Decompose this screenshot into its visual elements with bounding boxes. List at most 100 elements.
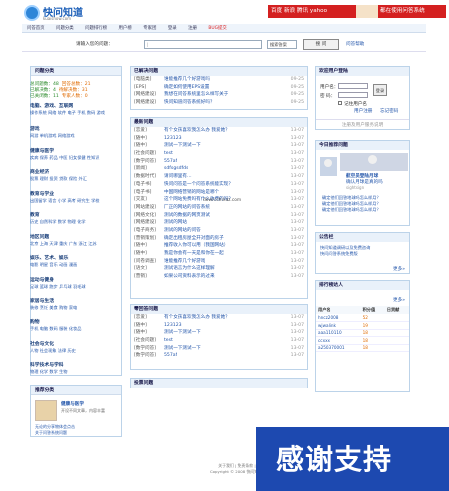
- list-item[interactable]: [数学问答] 测试一下测试一下 13-07: [131, 345, 307, 353]
- category-links[interactable]: 出国留学 语言 小学 高考 研究生 学校: [30, 198, 122, 204]
- question-link[interactable]: 测试的网站的问答: [164, 227, 201, 235]
- question-link[interactable]: 确定出租房屋全开对面的房子: [164, 235, 224, 243]
- list-item[interactable]: [营销策划] 确定出租房屋全开对面的房子 13-07: [131, 235, 307, 243]
- category-links[interactable]: 人物 社会现象 法律 历史: [30, 348, 122, 354]
- question-link[interactable]: 请问哪里有…: [164, 173, 192, 181]
- remember-checkbox[interactable]: [338, 101, 342, 105]
- moon-image[interactable]: [340, 153, 408, 171]
- list-item[interactable]: [电子书] 快问问答是一个问答系统能实现？ 13-07: [131, 181, 307, 189]
- login-button[interactable]: 登录: [373, 84, 387, 96]
- list-item[interactable]: [随中] 测试一下测试一下 13-07: [131, 142, 307, 150]
- question-link[interactable]: 557af: [164, 352, 177, 360]
- list-item[interactable]: [随中] 123123 13-07: [131, 135, 307, 143]
- astronaut-image[interactable]: [320, 157, 337, 176]
- notice-item[interactable]: 快问问答系统免费版: [316, 251, 409, 257]
- more-link[interactable]: 更多»: [393, 266, 405, 272]
- register-link[interactable]: 用户注册: [354, 108, 372, 114]
- question-link[interactable]: 如果公司资料表示的过来: [164, 273, 215, 281]
- nav-register[interactable]: 注册: [183, 24, 202, 33]
- category-links[interactable]: 网游 单机游戏 网络游戏: [30, 133, 122, 139]
- category-links[interactable]: 装修 烹饪 美食 购物 家电: [30, 305, 122, 311]
- search-input[interactable]: |: [144, 40, 262, 49]
- question-link[interactable]: sdfsgsdfds: [164, 165, 188, 173]
- question-link[interactable]: 推荐收入你可以用（我国网站）: [164, 242, 228, 250]
- rank-username[interactable]: wjwalink: [316, 321, 361, 330]
- service-link[interactable]: 注册及用户服务说明: [316, 119, 409, 128]
- category-links[interactable]: 疾病 保养 药品 中医 妇女保健 性知识: [30, 155, 122, 161]
- list-item[interactable]: [随中] 我是你会有一天是和你在一起 13-07: [131, 250, 307, 258]
- top-banner-ad[interactable]: 百度 新浪 腾讯 yahoo 都在使用问答系统: [268, 5, 446, 18]
- list-item[interactable]: [网络建设] 我想在问答系统里怎么样写关于 09-25: [131, 91, 307, 99]
- question-link[interactable]: 厂正的网站的问答系统: [164, 204, 210, 212]
- recommend-item[interactable]: 健康与医学: [61, 401, 84, 407]
- question-link[interactable]: 我是你会有一天是和你在一起: [164, 250, 224, 258]
- question-link[interactable]: 测试一下测试一下: [164, 142, 201, 150]
- password-field[interactable]: [338, 92, 368, 98]
- search-type-select[interactable]: 搜索答案: [267, 40, 297, 49]
- nav-login[interactable]: 登录: [163, 24, 182, 33]
- list-item[interactable]: [EPS] 确定如何使用EPS设置 09-25: [131, 84, 307, 92]
- question-link[interactable]: test: [164, 337, 173, 345]
- list-item[interactable]: [社会问题] test 13-07: [131, 150, 307, 158]
- table-row[interactable]: ccxxx 18: [316, 336, 409, 345]
- list-item[interactable]: [数学问答] 557af 13-07: [131, 158, 307, 166]
- list-item[interactable]: [网络文化] 测试的数据的网页测试 13-07: [131, 212, 307, 220]
- help-link[interactable]: 问答帮助: [346, 41, 364, 47]
- recommend-link[interactable]: 关于问答系统问题: [35, 430, 67, 436]
- list-item[interactable]: [问卷调查] 谁能推荐几个好游戏 13-07: [131, 258, 307, 266]
- search-button[interactable]: 搜 问: [303, 39, 339, 50]
- rank-username[interactable]: hncz2008: [316, 314, 361, 322]
- question-link[interactable]: 有个女孩喜欢我怎么办 我爱她？: [164, 314, 230, 322]
- list-item[interactable]: [随中] 推荐收入你可以用（我国网站） 13-07: [131, 242, 307, 250]
- question-link[interactable]: 测试语言为什么这样理解: [164, 265, 215, 273]
- list-item[interactable]: [社会问题] test 13-07: [131, 337, 307, 345]
- list-item[interactable]: [数学问答] 557af 13-07: [131, 352, 307, 360]
- more-link[interactable]: 更多»: [393, 297, 405, 303]
- question-link[interactable]: 中国网络营销的网站是哪个: [164, 189, 219, 197]
- list-item[interactable]: [电脑类] 谁能推荐几个好游戏吗 09-25: [131, 76, 307, 84]
- question-link[interactable]: 测试一下测试一下: [164, 345, 201, 353]
- list-item[interactable]: [恋爱] 有个女孩喜欢我怎么办 我爱她？ 13-07: [131, 127, 307, 135]
- site-logo[interactable]: 快问知道 kuaishow.com: [24, 4, 94, 22]
- table-row[interactable]: hncz2008 52: [316, 314, 409, 322]
- list-item[interactable]: [数据时代] 请问哪里有… 13-07: [131, 173, 307, 181]
- rank-username[interactable]: aaa110110: [316, 329, 361, 337]
- forgot-link[interactable]: 忘记密码: [380, 108, 398, 114]
- category-links[interactable]: 历史 自然科学 数学 物理 化学: [30, 219, 122, 225]
- nav-category[interactable]: 问题分类: [51, 24, 79, 33]
- nav-experts[interactable]: 专家团: [138, 24, 161, 33]
- question-link[interactable]: 测试的数据的网页测试: [164, 212, 210, 220]
- category-links[interactable]: 操作系统 网络 软件 电子 手机 数码 游戏: [30, 110, 122, 116]
- category-links[interactable]: 足球 篮球 跑步 乒乓球 羽毛球: [30, 284, 122, 290]
- list-item[interactable]: 确定他们回答地球吗怎么样月？: [318, 207, 409, 213]
- list-item[interactable]: [新闻] sdfsgsdfds 13-07: [131, 165, 307, 173]
- question-link[interactable]: 有个女孩喜欢我怎么办 我爱她？: [164, 127, 230, 135]
- list-item[interactable]: [恋爱] 有个女孩喜欢我怎么办 我爱她？ 13-07: [131, 314, 307, 322]
- question-link[interactable]: 123123: [164, 135, 182, 143]
- list-item[interactable]: [随中] 123123 13-07: [131, 322, 307, 330]
- category-links[interactable]: 北京 上海 天津 重庆 广东 浙江 江苏: [30, 241, 122, 247]
- table-row[interactable]: a250370001 18: [316, 344, 409, 352]
- category-links[interactable]: 股票 理财 投资 贷款 保险 外汇: [30, 176, 122, 182]
- question-link[interactable]: 测试一下测试一下: [164, 329, 201, 337]
- list-item[interactable]: [随中] 测试一下测试一下 13-07: [131, 329, 307, 337]
- nav-users[interactable]: 用户榜: [114, 24, 137, 33]
- username-field[interactable]: [338, 83, 368, 89]
- list-item[interactable]: [电子商务] 测试的网站的问答 13-07: [131, 227, 307, 235]
- question-link[interactable]: 快问问答是一个问答系统能实现？: [164, 181, 233, 189]
- question-link[interactable]: 557af: [164, 158, 177, 166]
- rank-username[interactable]: a250370001: [316, 344, 361, 352]
- question-link[interactable]: 测试的网站: [164, 219, 187, 227]
- rank-username[interactable]: ccxxx: [316, 336, 361, 345]
- list-item[interactable]: [营销] 如果公司资料表示的过来 13-07: [131, 273, 307, 281]
- list-item[interactable]: [网络建设] 测试的网站 13-07: [131, 219, 307, 227]
- category-links[interactable]: 物理 化学 数学 生物: [30, 369, 122, 375]
- category-links[interactable]: 电影 明星 音乐 动画 漫画: [30, 262, 122, 268]
- question-link[interactable]: 123123: [164, 322, 182, 330]
- recommend-thumbnail[interactable]: [35, 400, 57, 421]
- table-row[interactable]: aaa110110 18: [316, 329, 409, 337]
- list-item[interactable]: [网站建设] 厂正的网站的问答系统 13-07: [131, 204, 307, 212]
- table-row[interactable]: wjwalink 19: [316, 321, 409, 330]
- nav-ranking[interactable]: 问题排行榜: [80, 24, 112, 33]
- list-item[interactable]: [电子书] 中国网络营销的网站是哪个 13-07: [131, 189, 307, 197]
